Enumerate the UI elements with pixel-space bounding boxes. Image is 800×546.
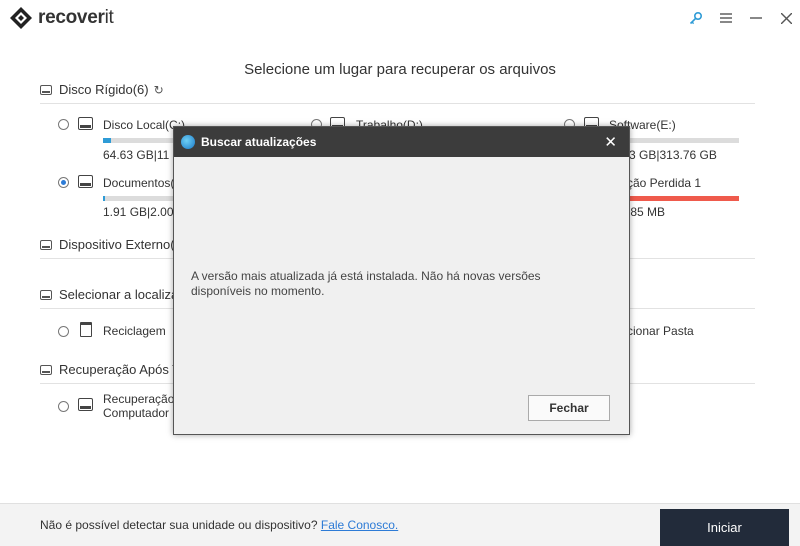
update-dialog: Buscar atualizações ✕ A versão mais atua… — [173, 126, 630, 435]
minimize-icon[interactable] — [742, 8, 770, 28]
section-hard-disk-label: Disco Rígido(6) — [59, 82, 149, 97]
drive-f-usage-bar — [103, 196, 183, 201]
menu-icon[interactable] — [712, 8, 740, 28]
drive-f-name: Documentos(F — [103, 176, 182, 190]
close-icon[interactable] — [772, 8, 800, 28]
recycle-radio[interactable] — [58, 326, 69, 337]
logo-brand: recover — [38, 7, 105, 28]
computer-drive-icon — [78, 398, 93, 411]
refresh-icon[interactable]: ↻ — [154, 83, 164, 97]
drive-f-radio[interactable] — [58, 177, 69, 188]
drive-e-size: .03 GB|313.76 GB — [619, 148, 717, 162]
lost-partition-size: .85 MB — [627, 205, 666, 219]
drive-c-size: 64.63 GB|11 — [103, 148, 170, 162]
external-drive-icon — [40, 239, 52, 250]
dialog-title: Buscar atualizações — [201, 135, 317, 149]
start-button[interactable]: Iniciar — [660, 509, 789, 546]
footer: Não é possível detectar sua unidade ou d… — [0, 503, 800, 546]
drive-f-size: 1.91 GB|2.00 — [103, 205, 174, 219]
section-location-label: Selecionar a localiza — [59, 287, 179, 302]
section-hard-disk: Disco Rígido(6) ↻ — [40, 82, 755, 104]
section-after-label: Recuperação Após T — [59, 362, 181, 377]
select-folder-label: cionar Pasta — [627, 324, 694, 338]
drive-c-radio[interactable] — [58, 119, 69, 130]
computer-icon — [40, 364, 52, 375]
title-bar: recoverit — [0, 0, 800, 36]
dialog-message: A versão mais atualizada já está instala… — [191, 269, 541, 298]
contact-link[interactable]: Fale Conosco. — [321, 518, 398, 532]
lost-partition-name: ção Perdida 1 — [627, 176, 702, 190]
update-icon — [181, 135, 195, 149]
dialog-header: Buscar atualizações ✕ — [174, 127, 629, 157]
recycle-label: Reciclagem — [103, 324, 166, 338]
crash-recovery-radio[interactable] — [58, 401, 69, 412]
logo-icon — [10, 7, 32, 29]
drive-icon — [78, 175, 93, 188]
trash-icon — [80, 322, 92, 337]
key-icon[interactable] — [682, 8, 710, 28]
drive-c-usage-bar — [103, 138, 183, 143]
dialog-close-icon[interactable]: ✕ — [604, 133, 617, 151]
hard-disk-icon — [40, 84, 52, 95]
crash-recovery-line2: Computador — [103, 406, 170, 420]
logo-suffix: it — [104, 7, 114, 28]
close-dialog-button[interactable]: Fechar — [528, 395, 610, 421]
page-title: Selecione um lugar para recuperar os arq… — [244, 61, 556, 78]
section-external-label: Dispositivo Externo(0 — [59, 237, 182, 252]
location-icon — [40, 289, 52, 300]
drive-icon — [78, 117, 93, 130]
app-logo: recoverit — [10, 7, 114, 29]
footer-message: Não é possível detectar sua unidade ou d… — [40, 518, 318, 532]
